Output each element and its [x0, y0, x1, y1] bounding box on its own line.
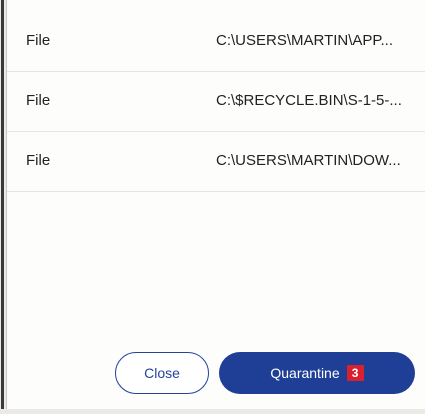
item-path: C:\USERS\MARTIN\APP...: [216, 32, 393, 49]
quarantine-button[interactable]: Quarantine 3: [219, 352, 415, 394]
item-path: C:\USERS\MARTIN\DOW...: [216, 152, 401, 169]
item-type: File: [26, 32, 51, 49]
list-item[interactable]: File C:\$RECYCLE.BIN\S-1-5-...: [7, 72, 425, 132]
quarantine-button-label: Quarantine: [270, 365, 340, 381]
quarantine-count-badge: 3: [346, 365, 364, 381]
item-path: C:\$RECYCLE.BIN\S-1-5-...: [216, 92, 402, 109]
close-button-label: Close: [144, 365, 180, 381]
detected-files-list: File C:\USERS\MARTIN\APP... File C:\$REC…: [7, 12, 425, 192]
item-type: File: [26, 92, 51, 109]
close-button[interactable]: Close: [115, 352, 209, 394]
dialog-footer: Close Quarantine 3: [7, 352, 425, 398]
item-type: File: [26, 152, 51, 169]
list-item[interactable]: File C:\USERS\MARTIN\DOW...: [7, 132, 425, 192]
list-item[interactable]: File C:\USERS\MARTIN\APP...: [7, 12, 425, 72]
quarantine-dialog: File C:\USERS\MARTIN\APP... File C:\$REC…: [1, 0, 425, 409]
